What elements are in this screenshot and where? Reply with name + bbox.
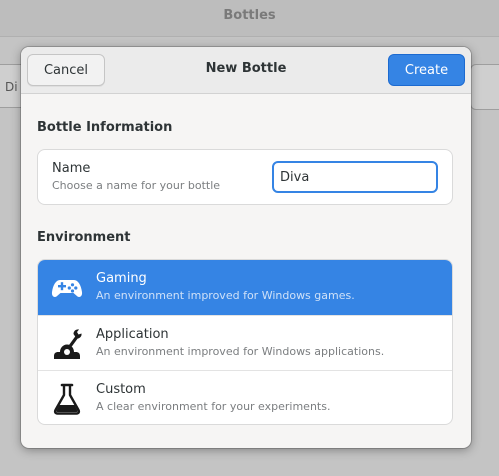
dialog-headerbar: Cancel New Bottle Create bbox=[21, 47, 471, 94]
environment-description-gaming: An environment improved for Windows game… bbox=[96, 289, 355, 302]
environment-title-gaming: Gaming bbox=[96, 271, 147, 286]
wrench-gear-icon bbox=[54, 329, 82, 359]
environment-list: Gaming An environment improved for Windo… bbox=[37, 259, 453, 425]
name-input[interactable] bbox=[272, 161, 438, 193]
name-row: Name Choose a name for your bottle bbox=[37, 149, 453, 205]
environment-option-application[interactable]: Application An environment improved for … bbox=[38, 315, 452, 370]
environment-description-custom: A clear environment for your experiments… bbox=[96, 400, 331, 413]
bottle-information-heading: Bottle Information bbox=[37, 120, 173, 135]
environment-option-gaming[interactable]: Gaming An environment improved for Windo… bbox=[38, 260, 452, 315]
new-bottle-dialog: Cancel New Bottle Create Bottle Informat… bbox=[21, 47, 471, 448]
background-window-title: Bottles bbox=[223, 8, 276, 23]
environment-title-application: Application bbox=[96, 327, 169, 342]
environment-title-custom: Custom bbox=[96, 382, 146, 397]
background-partial-panel bbox=[470, 64, 499, 110]
name-hint: Choose a name for your bottle bbox=[52, 179, 221, 192]
environment-description-application: An environment improved for Windows appl… bbox=[96, 345, 385, 358]
name-label: Name bbox=[52, 161, 91, 176]
flask-icon bbox=[53, 383, 81, 415]
background-headerbar: Bottles bbox=[0, 0, 499, 37]
create-button[interactable]: Create bbox=[388, 54, 465, 86]
environment-option-custom[interactable]: Custom A clear environment for your expe… bbox=[38, 370, 452, 424]
gamepad-icon bbox=[51, 280, 83, 297]
environment-heading: Environment bbox=[37, 230, 131, 245]
